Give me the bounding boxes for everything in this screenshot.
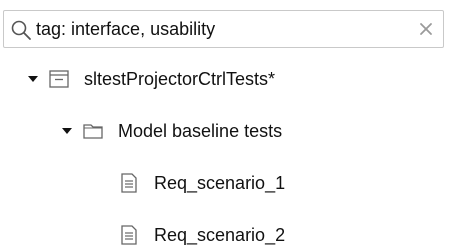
clear-search-icon[interactable]: [415, 18, 437, 40]
tree-item-test-suite[interactable]: Model baseline tests: [60, 113, 282, 149]
tree-item-test-case[interactable]: Req_scenario_2: [118, 217, 285, 250]
search-box[interactable]: [3, 10, 444, 48]
test-file-icon: [49, 70, 69, 88]
tree-item-label: Req_scenario_2: [154, 225, 286, 245]
tree-item-label: Model baseline tests: [118, 121, 283, 141]
tree-item-test-file[interactable]: sltestProjectorCtrlTests*: [26, 61, 275, 97]
search-input[interactable]: [36, 14, 406, 44]
expanded-caret-icon[interactable]: [26, 72, 40, 86]
search-icon: [11, 20, 31, 40]
test-case-icon: [121, 173, 137, 193]
tree-item-label: Req_scenario_1: [154, 173, 286, 193]
folder-icon: [83, 124, 103, 139]
tree-item-test-case[interactable]: Req_scenario_1: [118, 165, 285, 201]
test-case-icon: [121, 225, 137, 245]
tree-item-label: sltestProjectorCtrlTests*: [84, 69, 276, 89]
test-browser-panel: sltestProjectorCtrlTests* Model baseline…: [0, 0, 450, 250]
expanded-caret-icon[interactable]: [60, 124, 74, 138]
